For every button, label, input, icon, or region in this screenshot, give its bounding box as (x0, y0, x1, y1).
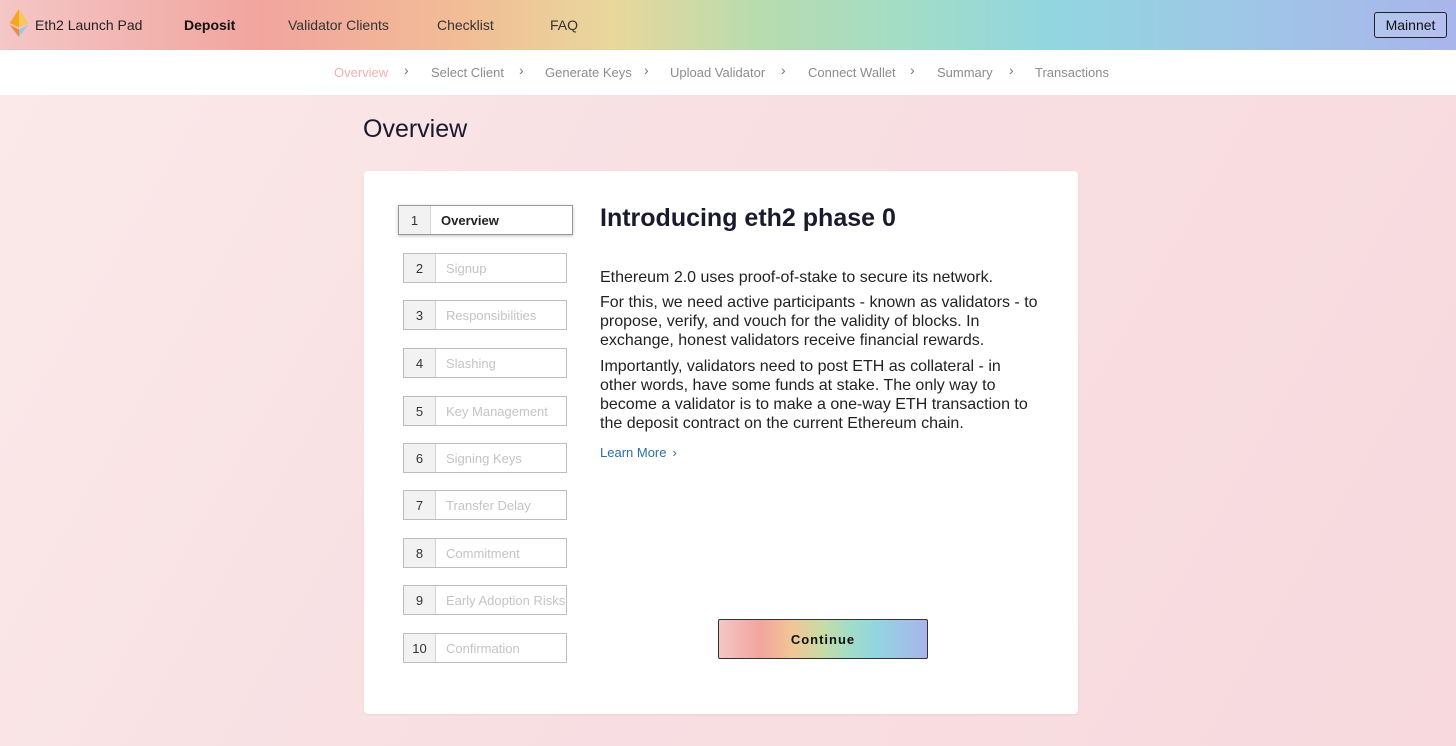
continue-button[interactable]: Continue (718, 619, 928, 659)
sidebar-item-early-adoption-risks[interactable]: 9 Early Adoption Risks (403, 585, 567, 615)
network-button[interactable]: Mainnet (1374, 12, 1447, 38)
intro-paragraph-3: Importantly, validators need to post ETH… (600, 358, 1028, 432)
chevron-right-icon: › (519, 62, 524, 78)
sidebar-item-label: Slashing (446, 356, 496, 371)
step-upload-validator: Upload Validator (670, 65, 766, 80)
brand-name[interactable]: Eth2 Launch Pad (35, 17, 142, 33)
sidebar-item-key-management[interactable]: 5 Key Management (403, 396, 567, 426)
sidebar-item-slashing[interactable]: 4 Slashing (403, 348, 567, 378)
sidebar-item-number: 5 (404, 397, 436, 425)
page-title: Overview (363, 115, 468, 143)
sidebar-item-number: 4 (404, 349, 436, 377)
sidebar-item-label: Signing Keys (446, 451, 522, 466)
sidebar-item-label: Responsibilities (446, 308, 537, 323)
step-transactions: Transactions (1035, 65, 1109, 80)
step-overview: Overview (334, 65, 389, 80)
chevron-right-icon: › (781, 62, 786, 78)
sidebar-item-number: 3 (404, 301, 436, 329)
chevron-right-icon: › (910, 62, 915, 78)
sidebar-item-label: Confirmation (446, 641, 520, 656)
intro-paragraph-1: Ethereum 2.0 uses proof-of-stake to secu… (600, 269, 994, 286)
sidebar-item-label: Key Management (446, 404, 548, 419)
step-connect-wallet: Connect Wallet (808, 65, 896, 80)
sidebar-item-number: 9 (404, 586, 436, 614)
sidebar-item-signup[interactable]: 2 Signup (403, 253, 567, 283)
chevron-right-icon: › (644, 62, 649, 78)
sidebar-item-number: 2 (404, 254, 436, 282)
sidebar-item-label: Signup (446, 261, 487, 276)
sidebar-item-number: 7 (404, 491, 436, 519)
chevron-right-icon: › (1009, 62, 1014, 78)
step-generate-keys: Generate Keys (545, 65, 632, 80)
learn-more-label: Learn More (600, 445, 667, 460)
nav-validator-clients[interactable]: Validator Clients (288, 17, 389, 33)
sidebar-item-responsibilities[interactable]: 3 Responsibilities (403, 300, 567, 330)
sidebar-item-label: Transfer Delay (446, 498, 531, 513)
sidebar-item-label: Overview (441, 213, 499, 228)
sidebar-item-label: Early Adoption Risks (446, 593, 566, 608)
chevron-right-icon: › (672, 445, 677, 460)
sidebar-item-confirmation[interactable]: 10 Confirmation (403, 633, 567, 663)
sidebar-item-number: 10 (404, 634, 436, 662)
sidebar-item-number: 8 (404, 539, 436, 567)
sidebar-item-commitment[interactable]: 8 Commitment (403, 538, 567, 568)
intro-paragraph-2: For this, we need active participants - … (600, 294, 1038, 349)
step-select-client: Select Client (431, 65, 504, 80)
sidebar-item-label: Commitment (446, 546, 520, 561)
sidebar-item-overview[interactable]: 1 Overview (398, 205, 573, 235)
sidebar-item-signing-keys[interactable]: 6 Signing Keys (403, 443, 567, 473)
step-progress-bar: Overview › Select Client › Generate Keys… (0, 50, 1456, 95)
ethereum-logo-icon[interactable] (8, 9, 30, 37)
nav-faq[interactable]: FAQ (550, 17, 578, 33)
sidebar-item-transfer-delay[interactable]: 7 Transfer Delay (403, 490, 567, 520)
learn-more-link[interactable]: Learn More › (600, 445, 677, 460)
chevron-right-icon: › (404, 62, 409, 78)
sidebar-item-number: 6 (404, 444, 436, 472)
step-summary: Summary (937, 65, 993, 80)
top-nav-bar: Eth2 Launch Pad Deposit Validator Client… (0, 0, 1456, 50)
nav-deposit[interactable]: Deposit (184, 17, 235, 33)
nav-checklist[interactable]: Checklist (437, 17, 494, 33)
sidebar-item-number: 1 (399, 206, 431, 234)
section-title: Introducing eth2 phase 0 (600, 204, 896, 232)
